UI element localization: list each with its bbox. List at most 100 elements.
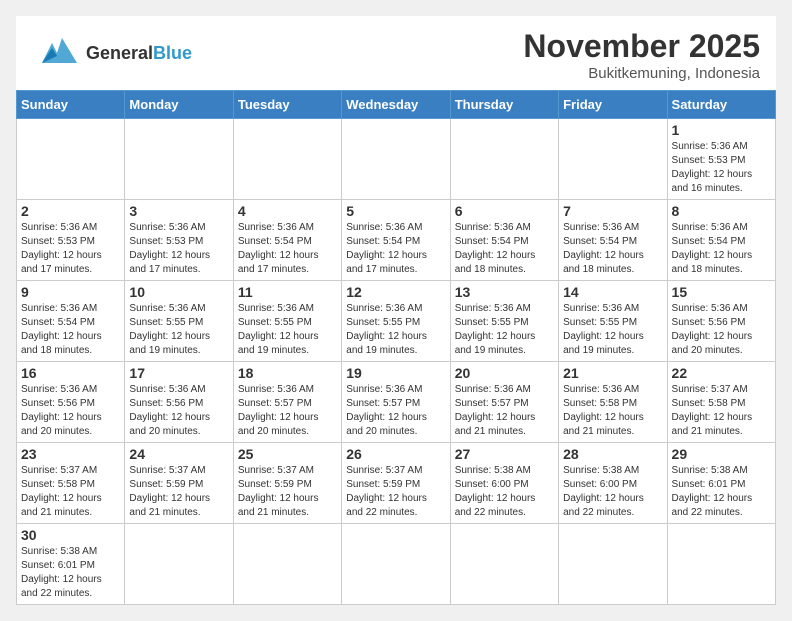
day-info: Sunrise: 5:36 AMSunset: 5:55 PMDaylight:…: [563, 302, 662, 358]
calendar-container: GeneralBlue November 2025 Bukitkemuning,…: [16, 16, 776, 605]
day-info: Sunrise: 5:37 AMSunset: 5:58 PMDaylight:…: [21, 464, 120, 520]
day-info: Sunrise: 5:36 AMSunset: 5:55 PMDaylight:…: [238, 302, 337, 358]
calendar-table: SundayMondayTuesdayWednesdayThursdayFrid…: [16, 90, 776, 605]
calendar-cell: 17 Sunrise: 5:36 AMSunset: 5:56 PMDayligh…: [125, 362, 233, 443]
calendar-cell: 12 Sunrise: 5:36 AMSunset: 5:55 PMDayligh…: [342, 281, 450, 362]
day-info: Sunrise: 5:36 AMSunset: 5:54 PMDaylight:…: [672, 221, 771, 277]
calendar-cell: [342, 119, 450, 200]
day-number: 7: [563, 203, 662, 219]
day-number: 12: [346, 284, 445, 300]
day-info: Sunrise: 5:36 AMSunset: 5:57 PMDaylight:…: [346, 383, 445, 439]
logo-blue: Blue: [153, 43, 192, 63]
day-info: Sunrise: 5:37 AMSunset: 5:59 PMDaylight:…: [238, 464, 337, 520]
day-info: Sunrise: 5:36 AMSunset: 5:55 PMDaylight:…: [346, 302, 445, 358]
calendar-week-0: 1Sunrise: 5:36 AMSunset: 5:53 PMDaylight…: [17, 119, 776, 200]
day-number: 16: [21, 365, 120, 381]
day-number: 24: [129, 446, 228, 462]
calendar-cell: [667, 524, 775, 605]
calendar-cell: 14 Sunrise: 5:36 AMSunset: 5:55 PMDayligh…: [559, 281, 667, 362]
day-number: 8: [672, 203, 771, 219]
day-info: Sunrise: 5:36 AMSunset: 5:54 PMDaylight:…: [21, 302, 120, 358]
calendar-cell: 7 Sunrise: 5:36 AMSunset: 5:54 PMDaylight…: [559, 200, 667, 281]
day-number: 15: [672, 284, 771, 300]
calendar-cell: 1Sunrise: 5:36 AMSunset: 5:53 PMDaylight…: [667, 119, 775, 200]
calendar-week-4: 23 Sunrise: 5:37 AMSunset: 5:58 PMDayligh…: [17, 443, 776, 524]
calendar-cell: 6Sunrise: 5:36 AMSunset: 5:54 PMDaylight…: [450, 200, 558, 281]
calendar-cell: 25Sunrise: 5:37 AMSunset: 5:59 PMDayligh…: [233, 443, 341, 524]
calendar-week-5: 30Sunrise: 5:38 AMSunset: 6:01 PMDayligh…: [17, 524, 776, 605]
calendar-cell: 30Sunrise: 5:38 AMSunset: 6:01 PMDayligh…: [17, 524, 125, 605]
day-number: 11: [238, 284, 337, 300]
calendar-cell: [559, 524, 667, 605]
day-number: 5: [346, 203, 445, 219]
calendar-cell: 16 Sunrise: 5:36 AMSunset: 5:56 PMDayligh…: [17, 362, 125, 443]
calendar-week-3: 16 Sunrise: 5:36 AMSunset: 5:56 PMDayligh…: [17, 362, 776, 443]
weekday-header-saturday: Saturday: [667, 91, 775, 119]
day-number: 2: [21, 203, 120, 219]
day-number: 28: [563, 446, 662, 462]
calendar-cell: 19 Sunrise: 5:36 AMSunset: 5:57 PMDayligh…: [342, 362, 450, 443]
day-number: 19: [346, 365, 445, 381]
calendar-cell: 11 Sunrise: 5:36 AMSunset: 5:55 PMDayligh…: [233, 281, 341, 362]
day-number: 27: [455, 446, 554, 462]
day-info: Sunrise: 5:36 AMSunset: 5:57 PMDaylight:…: [238, 383, 337, 439]
calendar-cell: 2Sunrise: 5:36 AMSunset: 5:53 PMDaylight…: [17, 200, 125, 281]
weekday-header-thursday: Thursday: [450, 91, 558, 119]
day-info: Sunrise: 5:36 AMSunset: 5:55 PMDaylight:…: [455, 302, 554, 358]
calendar-cell: 26 Sunrise: 5:37 AMSunset: 5:59 PMDayligh…: [342, 443, 450, 524]
day-info: Sunrise: 5:36 AMSunset: 5:54 PMDaylight:…: [563, 221, 662, 277]
day-number: 4: [238, 203, 337, 219]
calendar-cell: 21Sunrise: 5:36 AMSunset: 5:58 PMDayligh…: [559, 362, 667, 443]
calendar-cell: 27Sunrise: 5:38 AMSunset: 6:00 PMDayligh…: [450, 443, 558, 524]
title-block: November 2025 Bukitkemuning, Indonesia: [523, 28, 760, 82]
calendar-cell: 18 Sunrise: 5:36 AMSunset: 5:57 PMDayligh…: [233, 362, 341, 443]
day-info: Sunrise: 5:36 AMSunset: 5:54 PMDaylight:…: [346, 221, 445, 277]
weekday-header-monday: Monday: [125, 91, 233, 119]
calendar-header-row: SundayMondayTuesdayWednesdayThursdayFrid…: [17, 91, 776, 119]
calendar-cell: [233, 119, 341, 200]
day-info: Sunrise: 5:37 AMSunset: 5:59 PMDaylight:…: [129, 464, 228, 520]
logo-text: GeneralBlue: [86, 43, 192, 64]
month-title: November 2025: [523, 28, 760, 65]
calendar-cell: 28Sunrise: 5:38 AMSunset: 6:00 PMDayligh…: [559, 443, 667, 524]
calendar-cell: 23 Sunrise: 5:37 AMSunset: 5:58 PMDayligh…: [17, 443, 125, 524]
day-info: Sunrise: 5:37 AMSunset: 5:59 PMDaylight:…: [346, 464, 445, 520]
calendar-cell: 29Sunrise: 5:38 AMSunset: 6:01 PMDayligh…: [667, 443, 775, 524]
calendar-cell: 4 Sunrise: 5:36 AMSunset: 5:54 PMDaylight…: [233, 200, 341, 281]
logo-icon: [32, 28, 82, 78]
calendar-cell: 3Sunrise: 5:36 AMSunset: 5:53 PMDaylight…: [125, 200, 233, 281]
day-info: Sunrise: 5:38 AMSunset: 6:01 PMDaylight:…: [672, 464, 771, 520]
calendar-cell: [342, 524, 450, 605]
day-number: 23: [21, 446, 120, 462]
day-info: Sunrise: 5:36 AMSunset: 5:57 PMDaylight:…: [455, 383, 554, 439]
calendar-cell: 10 Sunrise: 5:36 AMSunset: 5:55 PMDayligh…: [125, 281, 233, 362]
day-number: 18: [238, 365, 337, 381]
day-info: Sunrise: 5:36 AMSunset: 5:54 PMDaylight:…: [455, 221, 554, 277]
weekday-header-wednesday: Wednesday: [342, 91, 450, 119]
calendar-header: GeneralBlue November 2025 Bukitkemuning,…: [16, 16, 776, 90]
day-number: 17: [129, 365, 228, 381]
weekday-header-tuesday: Tuesday: [233, 91, 341, 119]
calendar-cell: 15Sunrise: 5:36 AMSunset: 5:56 PMDayligh…: [667, 281, 775, 362]
logo: GeneralBlue: [32, 28, 192, 78]
day-number: 9: [21, 284, 120, 300]
day-number: 10: [129, 284, 228, 300]
day-info: Sunrise: 5:36 AMSunset: 5:55 PMDaylight:…: [129, 302, 228, 358]
calendar-cell: 24 Sunrise: 5:37 AMSunset: 5:59 PMDayligh…: [125, 443, 233, 524]
calendar-cell: 5 Sunrise: 5:36 AMSunset: 5:54 PMDaylight…: [342, 200, 450, 281]
day-info: Sunrise: 5:36 AMSunset: 5:56 PMDaylight:…: [129, 383, 228, 439]
logo-general: General: [86, 43, 153, 63]
calendar-cell: 22Sunrise: 5:37 AMSunset: 5:58 PMDayligh…: [667, 362, 775, 443]
day-number: 1: [672, 122, 771, 138]
calendar-cell: [17, 119, 125, 200]
calendar-body: 1Sunrise: 5:36 AMSunset: 5:53 PMDaylight…: [17, 119, 776, 605]
calendar-week-1: 2Sunrise: 5:36 AMSunset: 5:53 PMDaylight…: [17, 200, 776, 281]
calendar-cell: 8 Sunrise: 5:36 AMSunset: 5:54 PMDaylight…: [667, 200, 775, 281]
day-info: Sunrise: 5:37 AMSunset: 5:58 PMDaylight:…: [672, 383, 771, 439]
day-number: 14: [563, 284, 662, 300]
day-info: Sunrise: 5:36 AMSunset: 5:56 PMDaylight:…: [21, 383, 120, 439]
day-number: 26: [346, 446, 445, 462]
calendar-cell: [450, 119, 558, 200]
day-info: Sunrise: 5:36 AMSunset: 5:54 PMDaylight:…: [238, 221, 337, 277]
day-number: 30: [21, 527, 120, 543]
